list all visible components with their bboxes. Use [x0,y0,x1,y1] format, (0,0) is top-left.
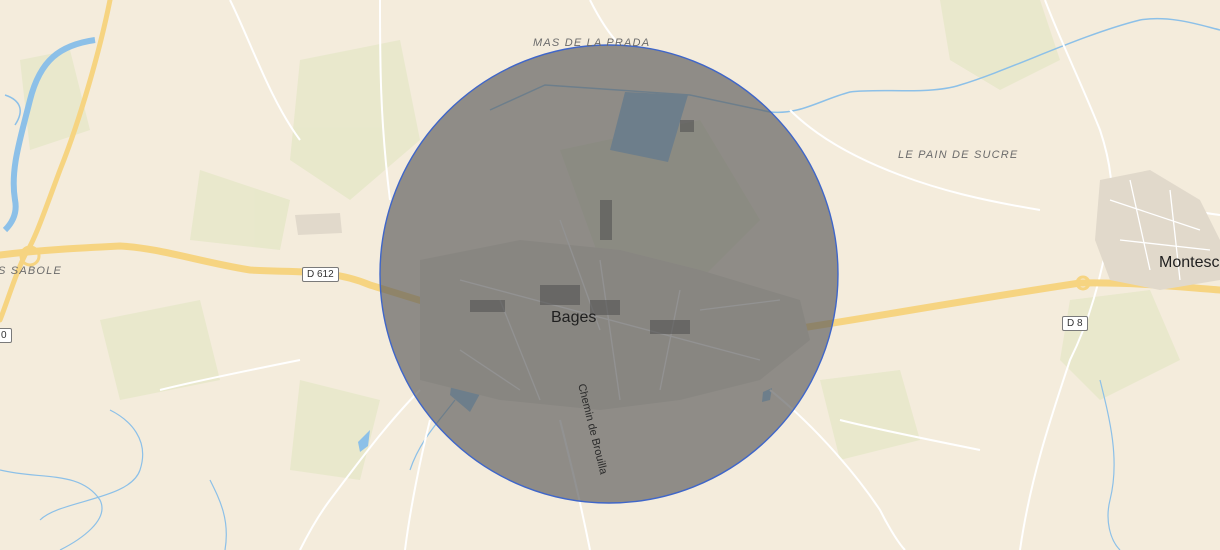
place-label-mas-de-la-prada: MAS DE LA PRADA [533,37,651,49]
road-shield-d8: D 8 [1062,316,1088,331]
place-label-sabole: S SABOLE [0,265,63,277]
map-canvas[interactable] [0,0,1220,550]
map-view[interactable]: MAS DE LA PRADA LE PAIN DE SUCRE S SABOL… [0,0,1220,550]
radius-circle[interactable] [379,44,839,504]
place-label-bages[interactable]: Bages [551,309,596,327]
place-label-montescot[interactable]: Montesc [1159,254,1219,272]
road-shield-left-edge: 0 [0,328,12,343]
place-label-le-pain-de-sucre: LE PAIN DE SUCRE [898,149,1019,161]
road-shield-d612: D 612 [302,267,339,282]
